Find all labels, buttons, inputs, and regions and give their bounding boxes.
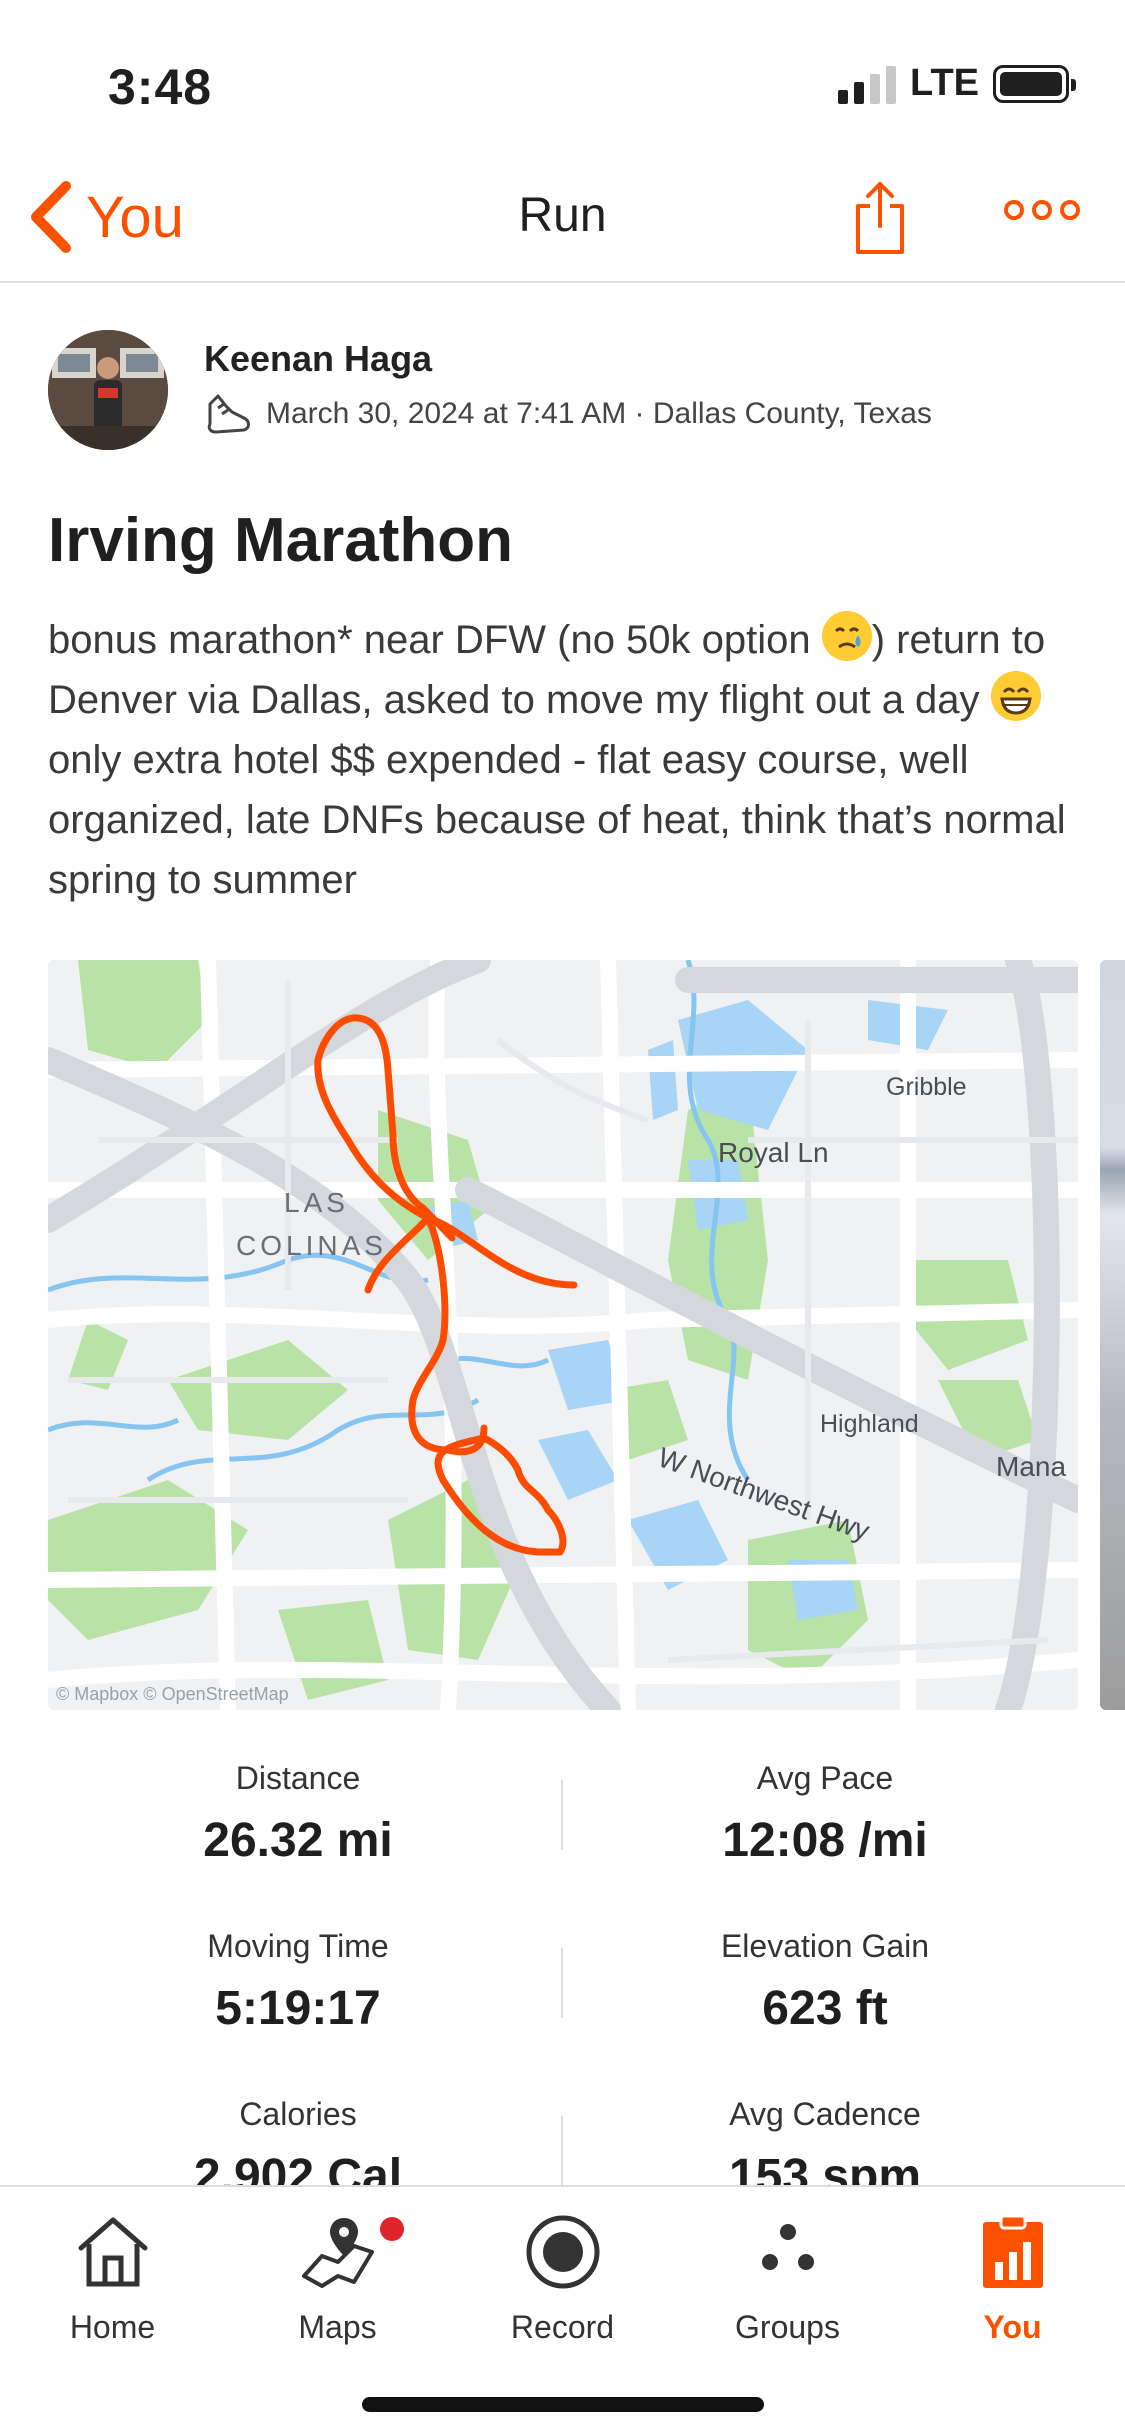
stat-divider xyxy=(561,1780,563,1850)
description-text: bonus marathon* near DFW (no 50k option xyxy=(48,618,822,662)
tab-maps[interactable]: Maps xyxy=(225,2207,450,2346)
stat-calories: Calories 2,902 Cal xyxy=(38,2096,558,2185)
record-icon xyxy=(526,2215,599,2289)
stat-divider xyxy=(561,1948,563,2018)
activity-date-location: March 30, 2024 at 7:41 AM · Dallas Count… xyxy=(266,397,932,430)
stat-value: 12:08 /mi xyxy=(722,1814,928,1867)
stat-label: Distance xyxy=(235,1760,361,1796)
tab-you[interactable]: You xyxy=(900,2207,1125,2346)
share-icon xyxy=(856,182,904,254)
stat-label: Elevation Gain xyxy=(720,1928,930,1964)
network-type: LTE xyxy=(910,62,979,104)
stat-label: Moving Time xyxy=(207,1928,389,1964)
maps-icon xyxy=(301,2218,374,2288)
more-dot-icon xyxy=(1004,200,1024,220)
status-indicators: LTE xyxy=(838,62,1076,105)
stat-value: 5:19:17 xyxy=(215,1982,381,2035)
stat-label: Avg Cadence xyxy=(729,2096,921,2132)
stat-moving-time: Moving Time 5:19:17 xyxy=(38,1928,558,2036)
map-label-colinas: COLINAS xyxy=(236,1230,387,1261)
status-time: 3:48 xyxy=(108,59,213,115)
athlete-name[interactable]: Keenan Haga xyxy=(204,338,432,380)
stat-elevation-gain: Elevation Gain 623 ft xyxy=(565,1928,1085,2036)
stat-divider xyxy=(561,2116,563,2185)
stat-value: 26.32 mi xyxy=(203,1814,393,1867)
avatar[interactable] xyxy=(48,330,168,450)
groups-icon xyxy=(761,2224,814,2270)
status-bar: 3:48 LTE xyxy=(0,0,1125,160)
tab-label: You xyxy=(983,2309,1042,2345)
activity-title: Irving Marathon xyxy=(48,506,514,575)
stat-avg-cadence: Avg Cadence 153 spm xyxy=(565,2096,1085,2185)
map-canvas: Gribble Royal Ln LAS COLINAS Highland Ma… xyxy=(48,960,1078,1710)
share-button[interactable] xyxy=(852,178,908,263)
you-chart-icon xyxy=(982,2214,1043,2288)
notification-dot xyxy=(380,2217,404,2241)
map-label-mana: Mana xyxy=(996,1451,1066,1482)
map-label-royal-ln: Royal Ln xyxy=(718,1137,829,1168)
stat-value: 153 spm xyxy=(728,2150,922,2185)
activity-meta: March 30, 2024 at 7:41 AM · Dallas Count… xyxy=(204,392,932,436)
stat-value: 2,902 Cal xyxy=(193,2150,403,2185)
stat-avg-pace: Avg Pace 12:08 /mi xyxy=(565,1760,1085,1868)
home-indicator[interactable] xyxy=(362,2397,764,2412)
stats-grid: Distance 26.32 mi Avg Pace 12:08 /mi Mov… xyxy=(0,1760,1125,2185)
page-title: Run xyxy=(518,189,607,242)
signal-strength-icon xyxy=(838,64,897,104)
home-icon xyxy=(78,2217,147,2287)
stat-label: Avg Pace xyxy=(756,1760,894,1796)
more-dot-icon xyxy=(1032,200,1052,220)
tab-label: Groups xyxy=(735,2309,840,2345)
battery-icon xyxy=(993,64,1076,103)
activity-description: bonus marathon* near DFW (no 50k option … xyxy=(48,610,1088,910)
more-dot-icon xyxy=(1060,200,1080,220)
sad-tear-emoji-icon xyxy=(821,611,872,661)
tab-groups[interactable]: Groups xyxy=(675,2207,900,2346)
tab-label: Home xyxy=(69,2309,156,2345)
map-label-gribble: Gribble xyxy=(886,1073,967,1101)
nav-header: You Run xyxy=(0,160,1125,283)
map-label-highland: Highland xyxy=(820,1410,919,1438)
tab-label: Maps xyxy=(298,2309,377,2345)
grinning-emoji-icon xyxy=(990,671,1041,721)
tab-record[interactable]: Record xyxy=(450,2207,675,2346)
running-shoe-icon xyxy=(207,394,250,434)
athlete-header: Keenan Haga March 30, 2024 at 7:41 AM · … xyxy=(48,330,1078,450)
more-options-button[interactable] xyxy=(1004,200,1080,220)
stat-distance: Distance 26.32 mi xyxy=(38,1760,558,1868)
map-attribution: © Mapbox © OpenStreetMap xyxy=(56,1684,289,1704)
stat-value: 623 ft xyxy=(762,1982,888,2035)
tab-label: Record xyxy=(510,2309,615,2345)
map-label-las: LAS xyxy=(284,1187,349,1218)
avatar-photo xyxy=(48,330,168,450)
tab-home[interactable]: Home xyxy=(0,2207,225,2346)
description-text: only extra hotel $$ expended - flat easy… xyxy=(48,738,1066,902)
photo-peek[interactable] xyxy=(1100,960,1125,1710)
stat-label: Calories xyxy=(239,2096,357,2132)
route-map[interactable]: Gribble Royal Ln LAS COLINAS Highland Ma… xyxy=(48,960,1078,1710)
